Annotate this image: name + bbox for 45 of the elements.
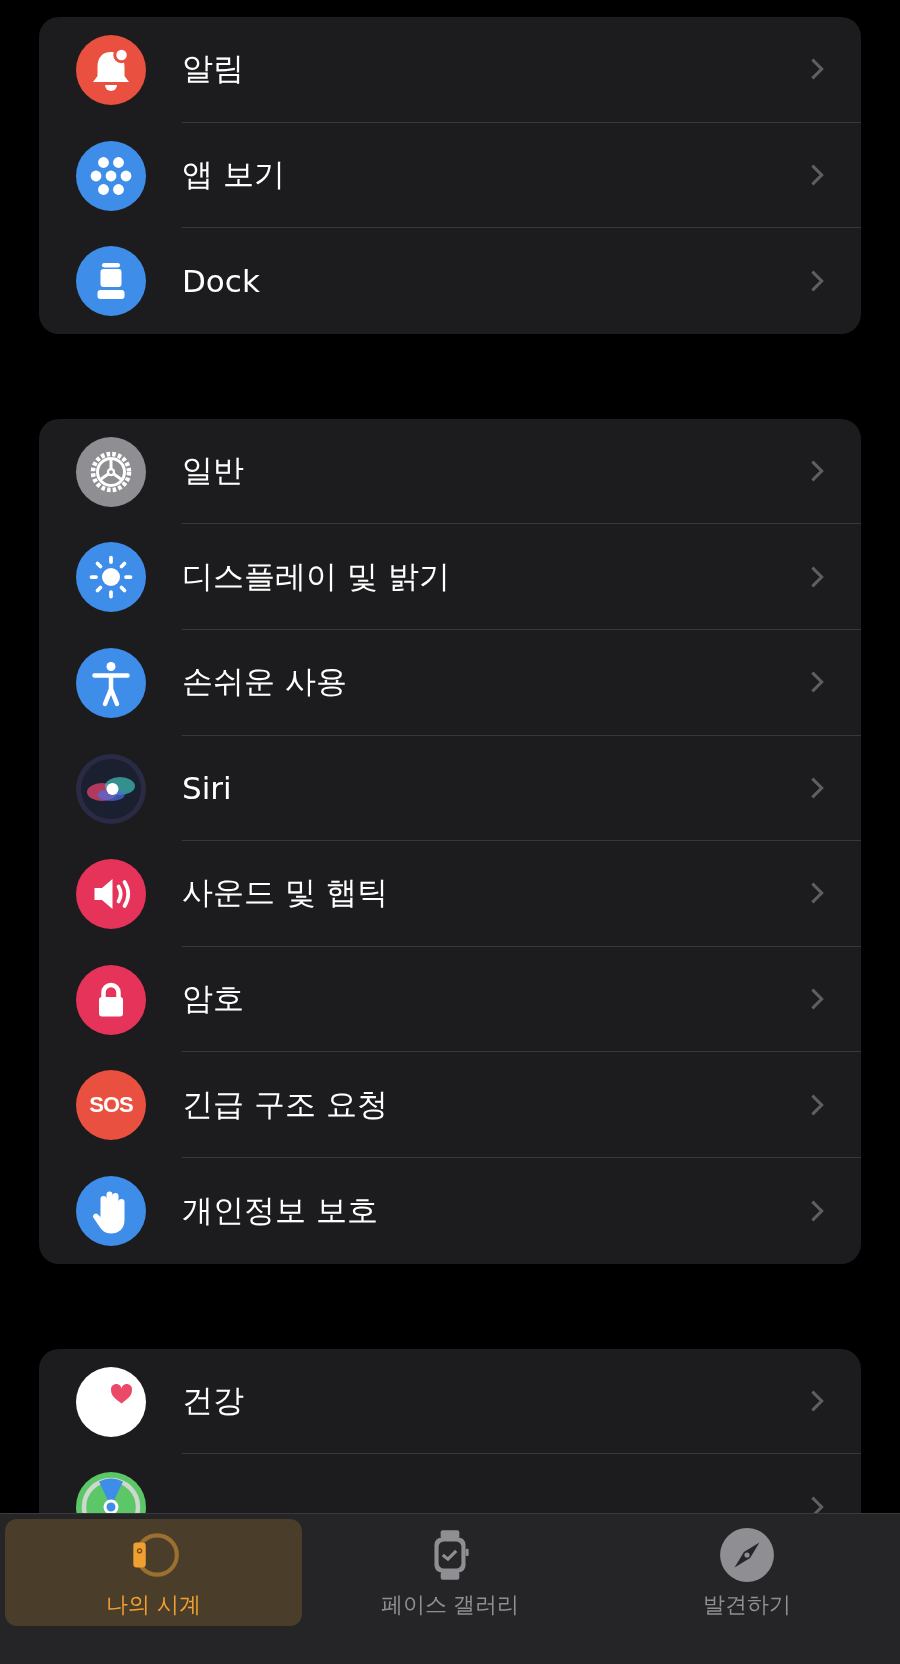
row-label: 암호 bbox=[182, 979, 244, 1019]
row-label: 디스플레이 및 밝기 bbox=[182, 556, 450, 596]
settings-row[interactable]: SOS 긴급 구조 요청 bbox=[39, 1052, 861, 1158]
tab-label: 발견하기 bbox=[702, 1590, 791, 1619]
settings-row[interactable]: Siri bbox=[39, 735, 861, 842]
row-label: Siri bbox=[182, 769, 232, 806]
settings-row[interactable]: 손쉬운 사용 bbox=[39, 629, 861, 736]
chevron-icon bbox=[810, 1198, 824, 1223]
chevron-icon bbox=[810, 1388, 824, 1413]
tab-label: 나의 시계 bbox=[105, 1590, 201, 1619]
settings-row[interactable]: 개인정보 보호 bbox=[39, 1157, 861, 1264]
settings-row[interactable]: 건강 bbox=[39, 1348, 861, 1455]
settings-row[interactable]: 앱 보기 bbox=[39, 122, 861, 229]
chevron-icon bbox=[810, 459, 824, 484]
row-label: 건강 bbox=[182, 1380, 244, 1420]
tab[interactable]: 나의 시계 bbox=[5, 1519, 302, 1626]
chevron-icon bbox=[810, 670, 824, 695]
tab[interactable]: 발견하기 bbox=[598, 1519, 895, 1626]
settings-row[interactable]: 사운드 및 햅틱 bbox=[39, 841, 861, 947]
settings-row[interactable]: 암호 bbox=[39, 946, 861, 1053]
chevron-icon bbox=[810, 57, 824, 82]
chevron-icon bbox=[810, 881, 824, 906]
row-label: 앱 보기 bbox=[182, 154, 285, 194]
row-label: Dock bbox=[182, 263, 260, 299]
row-label: 손쉬운 사용 bbox=[182, 662, 347, 702]
row-label: 긴급 구조 요청 bbox=[182, 1084, 388, 1124]
row-label: 알림 bbox=[182, 49, 244, 89]
settings-row[interactable]: Dock bbox=[39, 228, 861, 334]
row-label: 일반 bbox=[182, 451, 244, 491]
chevron-icon bbox=[810, 775, 824, 800]
row-label: 사운드 및 햅틱 bbox=[182, 873, 388, 913]
settings-row[interactable]: 일반 bbox=[39, 418, 861, 525]
chevron-icon bbox=[810, 269, 824, 293]
compass-icon bbox=[717, 1525, 776, 1584]
settings-row[interactable]: 디스플레이 및 밝기 bbox=[39, 524, 861, 630]
chevron-icon bbox=[810, 1092, 824, 1117]
tab-label: 페이스 갤러리 bbox=[380, 1590, 520, 1619]
chevron-icon bbox=[810, 1494, 824, 1513]
chevron-icon bbox=[810, 564, 824, 589]
settings-row[interactable]: 알림 bbox=[39, 17, 861, 123]
row-label: 개인정보 보호 bbox=[182, 1190, 378, 1230]
tab[interactable]: 페이스 갤러리 bbox=[301, 1519, 599, 1626]
chevron-icon bbox=[810, 162, 824, 187]
sos-icon: SOS bbox=[76, 1070, 146, 1141]
chevron-icon bbox=[810, 987, 824, 1012]
